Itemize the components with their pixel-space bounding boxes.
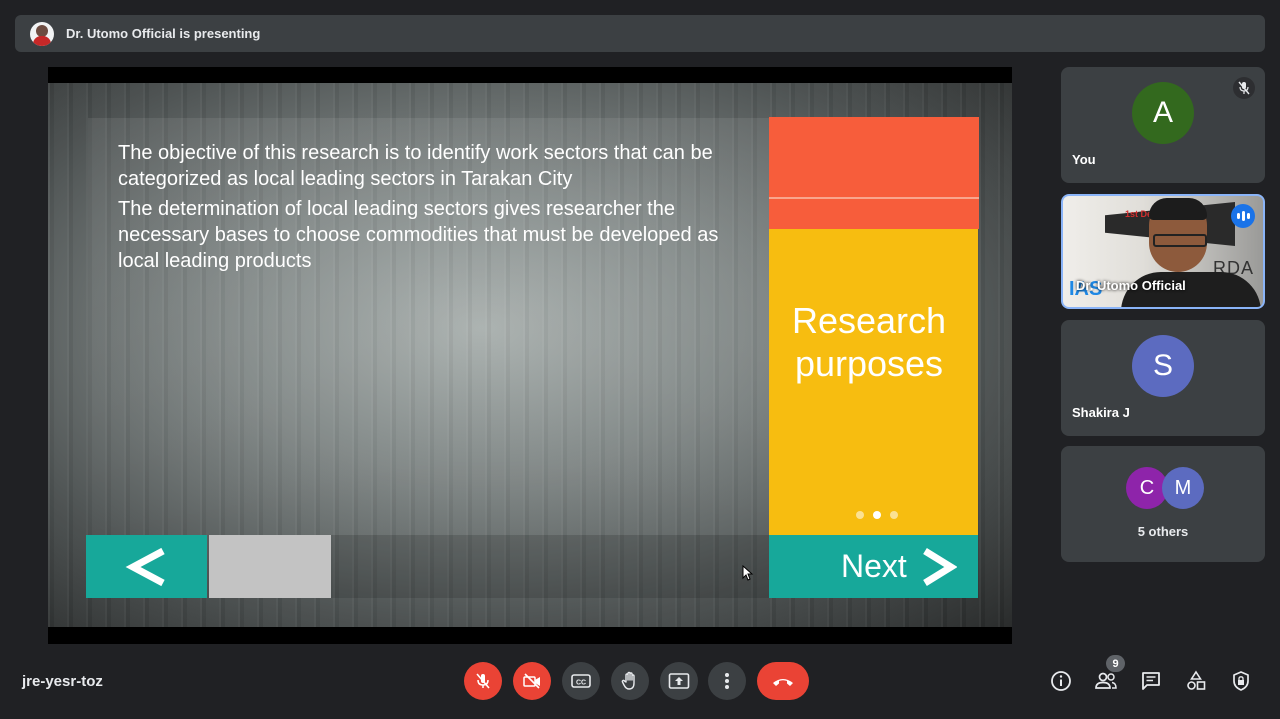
mic-off-icon — [1233, 77, 1255, 99]
slide-grey-block — [209, 535, 331, 598]
shield-lock-icon — [1233, 671, 1249, 691]
participant-name: Shakira J — [1072, 405, 1130, 420]
slide-paragraph-1: The objective of this research is to ide… — [118, 142, 713, 190]
phone-hangup-icon — [773, 679, 793, 686]
chat-button[interactable] — [1138, 668, 1164, 694]
speaking-indicator-icon — [1231, 204, 1255, 228]
participant-tile-you[interactable]: A You — [1061, 67, 1265, 183]
slide-yellow-panel: Research purposes — [769, 229, 978, 535]
participant-tile-shakira[interactable]: S Shakira J — [1061, 320, 1265, 436]
slide-next-button[interactable]: Next — [769, 535, 978, 598]
slide-paragraph-2: The determination of local leading secto… — [118, 198, 719, 272]
slide-side-title: Research purposes — [791, 300, 947, 384]
presentation-stage: The objective of this research is to ide… — [48, 67, 1012, 644]
presenter-avatar — [30, 21, 54, 46]
shapes-icon — [1187, 670, 1206, 690]
hand-icon — [621, 671, 635, 690]
avatar: M — [1162, 467, 1204, 509]
raise-hand-button[interactable] — [611, 662, 649, 700]
avatar: A — [1132, 82, 1194, 144]
meeting-details-button[interactable] — [1048, 668, 1074, 694]
camera-off-icon — [523, 673, 540, 689]
mic-off-icon — [476, 673, 490, 689]
mouse-cursor-icon — [742, 565, 754, 581]
chevron-left-icon — [125, 547, 165, 586]
participant-name: Dr. Utomo Official — [1076, 278, 1186, 293]
slide: The objective of this research is to ide… — [48, 83, 1012, 627]
more-options-button[interactable] — [708, 662, 746, 700]
captions-icon: CC — [571, 674, 591, 688]
present-screen-icon — [668, 673, 690, 689]
people-icon — [1095, 672, 1117, 689]
slide-nav-strip — [331, 535, 769, 598]
people-count-badge: 9 — [1106, 655, 1125, 672]
participant-tile-presenter[interactable]: 1st Dec RDA IAS Dr. Utomo Official — [1061, 194, 1265, 309]
presenter-video: 1st Dec RDA IAS Dr. Utomo Official — [1061, 194, 1265, 309]
participant-tile-others[interactable]: C M 5 others — [1061, 446, 1265, 562]
activities-button[interactable] — [1183, 668, 1209, 694]
pager-dot — [890, 511, 898, 519]
next-label: Next — [841, 548, 907, 584]
slide-orange-block — [769, 117, 979, 197]
others-label: 5 others — [1137, 524, 1189, 539]
slide-prev-button[interactable] — [86, 535, 207, 598]
more-vert-icon — [725, 673, 729, 689]
host-controls-button[interactable] — [1228, 668, 1254, 694]
pager-dot-active — [873, 511, 881, 519]
avatar: S — [1132, 335, 1194, 397]
participant-name: You — [1072, 152, 1096, 167]
chevron-right-icon — [922, 547, 957, 586]
present-now-button[interactable] — [660, 662, 698, 700]
pager-dot — [856, 511, 864, 519]
leave-call-button[interactable] — [757, 662, 809, 700]
mic-toggle-button[interactable] — [464, 662, 502, 700]
captions-icon-text: CC — [576, 680, 586, 687]
camera-toggle-button[interactable] — [513, 662, 551, 700]
presenter-hair — [1149, 198, 1207, 220]
slide-pager-dots — [856, 511, 898, 519]
chat-icon — [1142, 672, 1160, 690]
presenting-banner: Dr. Utomo Official is presenting — [15, 15, 1265, 52]
presenter-glasses — [1153, 234, 1207, 247]
slide-orange-strip — [769, 199, 979, 229]
captions-button[interactable]: CC — [562, 662, 600, 700]
presenting-text: Dr. Utomo Official is presenting — [66, 26, 261, 41]
meeting-code: jre-yesr-toz — [22, 673, 103, 690]
info-icon — [1051, 671, 1071, 691]
